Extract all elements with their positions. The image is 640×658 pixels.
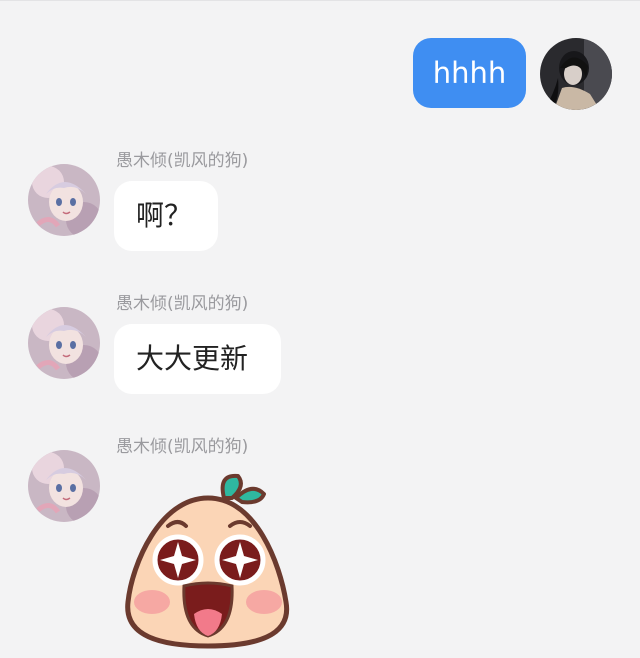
anime-girl-avatar-icon <box>28 307 100 379</box>
anime-girl-avatar-icon <box>28 450 100 522</box>
sender-avatar[interactable] <box>28 307 100 379</box>
top-divider <box>0 0 640 1</box>
message-bubble[interactable]: 大大更新 <box>114 324 281 394</box>
sender-name: 愚木倾(凯风的狗) <box>116 294 249 314</box>
sender-name: 愚木倾(凯风的狗) <box>116 437 249 457</box>
self-avatar[interactable] <box>540 38 612 110</box>
sender-avatar[interactable] <box>28 450 100 522</box>
sticker-message[interactable] <box>120 468 295 653</box>
anime-girl-avatar-icon <box>28 164 100 236</box>
sender-name: 愚木倾(凯风的狗) <box>116 151 249 171</box>
message-bubble[interactable]: 啊？ <box>114 181 218 251</box>
sender-avatar[interactable] <box>28 164 100 236</box>
starry-eyed-peach-sticker-icon <box>125 473 290 649</box>
self-message-bubble[interactable]: hhhh <box>413 38 526 108</box>
self-avatar-icon <box>540 38 612 110</box>
